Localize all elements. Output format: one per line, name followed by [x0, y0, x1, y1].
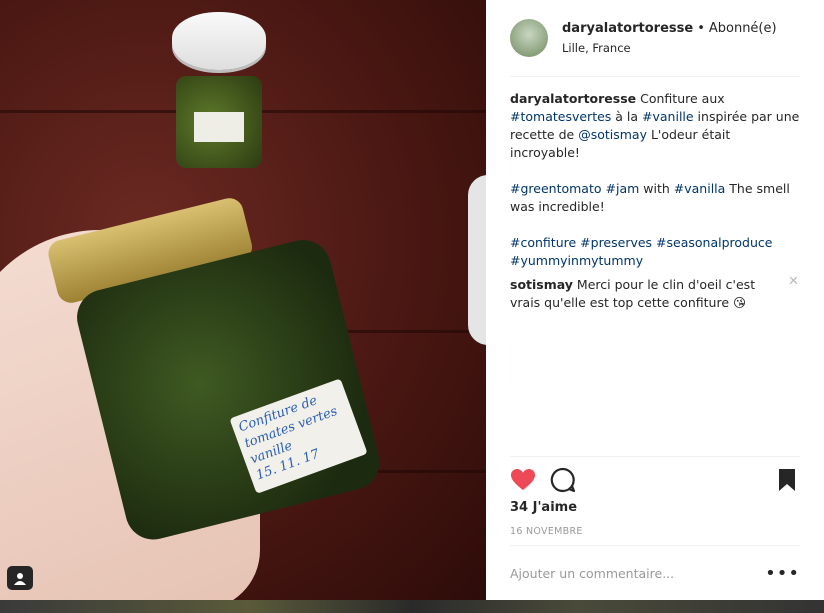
caption-paragraph: #greentomato #jam with #vanilla The smel… — [510, 180, 800, 216]
hashtag-link[interactable]: #tomatesvertes — [510, 109, 611, 124]
caption-text: à la — [611, 109, 643, 124]
post-date[interactable]: 16 NOVEMBRE — [510, 526, 583, 537]
caption-paragraph: daryalatortoresse Confiture aux #tomates… — [510, 90, 800, 162]
username-link[interactable]: daryalatortoresse — [562, 21, 693, 36]
follow-button[interactable]: Abonné(e) — [709, 21, 777, 36]
hashtag-link[interactable]: #jam — [606, 181, 640, 196]
caption-text: with — [639, 181, 674, 196]
more-options-button[interactable]: ••• — [765, 564, 800, 582]
post-modal: Confiture de tomates vertes vanille 15. … — [0, 0, 824, 600]
hashtag-link[interactable]: #seasonalproduce — [656, 235, 772, 250]
action-bar — [510, 456, 800, 503]
hashtag-link[interactable]: #confiture — [510, 235, 576, 250]
add-comment-bar: ••• — [510, 545, 800, 601]
comment-icon[interactable] — [550, 467, 576, 493]
jar-label: Confiture de tomates vertes vanille 15. … — [229, 378, 368, 494]
background-plate — [468, 175, 486, 345]
user-tag-icon[interactable] — [7, 566, 33, 590]
comment-item: sotismay Merci pour le clin d'oeil c'est… — [510, 275, 800, 312]
close-icon[interactable]: ✕ — [788, 275, 800, 288]
likes-count[interactable]: 34 J'aime — [510, 500, 577, 515]
hashtag-link[interactable]: #preserves — [580, 235, 652, 250]
heart-icon[interactable] — [510, 467, 536, 493]
post-sidebar: daryalatortoresse • Abonné(e) Lille, Franc… — [486, 0, 824, 600]
bookmark-icon[interactable] — [774, 467, 800, 493]
mention-link[interactable]: @sotismay — [578, 127, 647, 142]
separator-dot: • — [697, 21, 705, 36]
caption-text: Confiture aux — [636, 91, 725, 106]
caption-author[interactable]: daryalatortoresse — [510, 91, 636, 106]
post-header: daryalatortoresse • Abonné(e) Lille, Franc… — [510, 0, 800, 77]
caption-paragraph: #confiture #preserves #seasonalproduce #… — [510, 234, 800, 270]
comment-input[interactable] — [510, 566, 766, 581]
comment-author[interactable]: sotismay — [510, 277, 573, 292]
location-link[interactable]: Lille, France — [562, 41, 777, 55]
hashtag-link[interactable]: #greentomato — [510, 181, 602, 196]
hashtag-link[interactable]: #yummyinmytummy — [510, 253, 643, 268]
comments-list: daryalatortoresse Confiture aux #tomates… — [510, 90, 800, 312]
post-photo: Confiture de tomates vertes vanille 15. … — [0, 0, 486, 600]
avatar[interactable] — [510, 19, 548, 57]
hashtag-link[interactable]: #vanille — [642, 109, 694, 124]
background-jar — [172, 12, 266, 172]
hashtag-link[interactable]: #vanilla — [674, 181, 726, 196]
background-feed-strip — [0, 600, 824, 613]
